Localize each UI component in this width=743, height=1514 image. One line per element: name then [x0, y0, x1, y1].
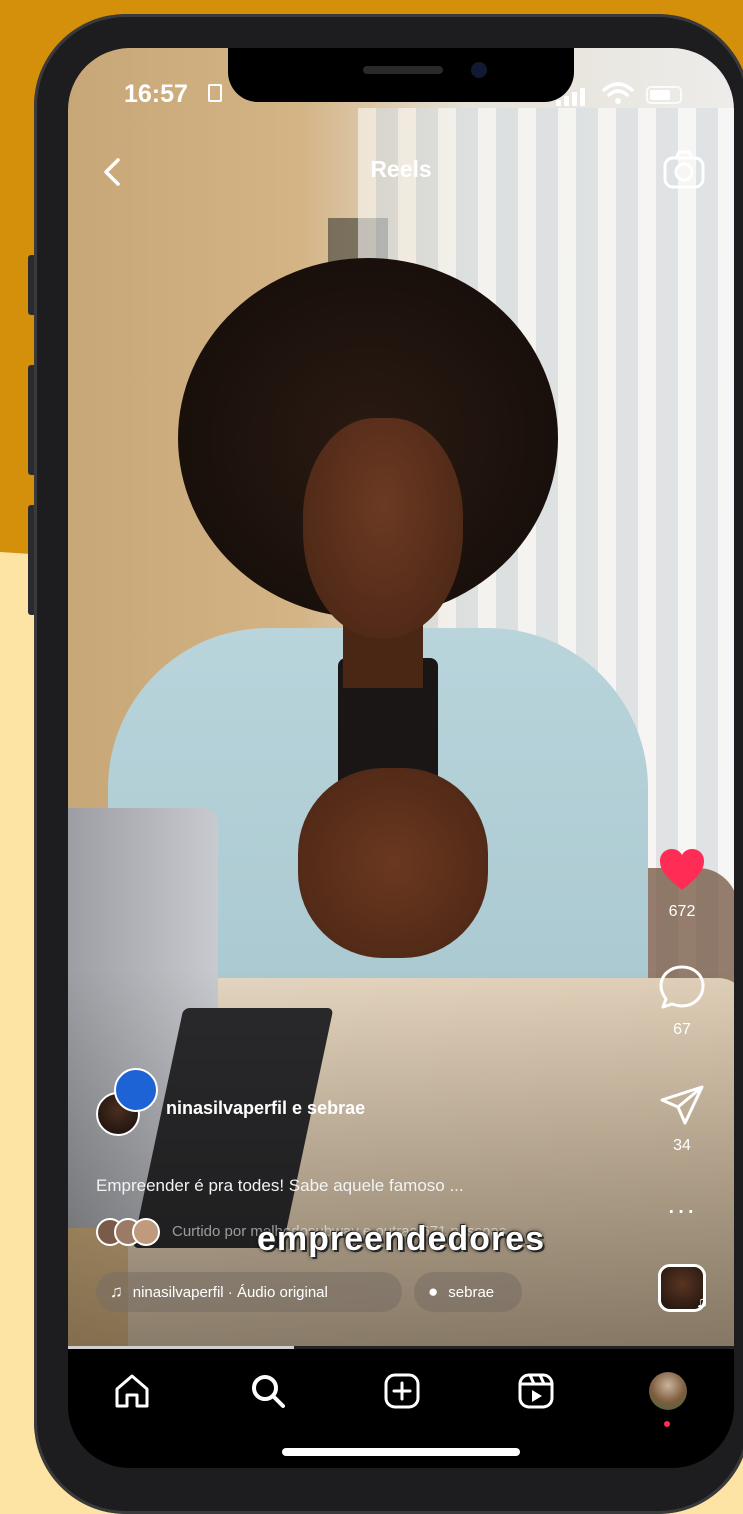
audio-chip[interactable]: ♫ ninasilvaperfil · Áudio original [96, 1272, 402, 1312]
phone-screen: 16:57 Reels 672 67 34 ... ninasilvaperfi… [68, 48, 734, 1468]
tab-search[interactable] [244, 1367, 292, 1415]
tagged-user-chip[interactable]: ● sebrae [414, 1272, 522, 1312]
signal-icon [556, 86, 590, 106]
like-count: 672 [668, 903, 696, 920]
tagged-user-label: sebrae [448, 1283, 495, 1301]
collaborator-avatar[interactable] [114, 1068, 158, 1112]
music-note-icon: ♫ [696, 1294, 708, 1311]
reel-video[interactable] [68, 48, 734, 1348]
notch [228, 48, 574, 102]
tab-create[interactable] [378, 1367, 426, 1415]
create-icon[interactable] [382, 1371, 422, 1411]
music-icon: ♫ [110, 1282, 123, 1301]
person-face [303, 418, 463, 638]
front-camera [471, 62, 487, 78]
like-action[interactable]: 672 [652, 848, 712, 921]
search-icon[interactable] [248, 1371, 288, 1411]
comment-icon[interactable] [658, 964, 706, 1010]
comment-count: 67 [673, 1021, 691, 1038]
wifi-icon [602, 82, 634, 104]
camera-icon[interactable] [662, 148, 706, 192]
speaker [363, 66, 443, 74]
post-caption[interactable]: Empreender é pra todes! Sabe aquele famo… [96, 1176, 464, 1196]
video-subtitle: empreendedores [257, 1220, 545, 1258]
author-username[interactable]: ninasilvaperfil e sebrae [166, 1098, 365, 1119]
sim-icon [208, 84, 222, 102]
reels-icon[interactable] [516, 1371, 556, 1411]
more-icon[interactable]: ... [667, 1188, 696, 1219]
tab-reels[interactable] [512, 1367, 560, 1415]
share-count: 34 [673, 1137, 691, 1154]
page-title: Reels [370, 156, 432, 182]
profile-avatar[interactable] [649, 1372, 687, 1410]
heart-icon[interactable] [658, 848, 706, 892]
tab-home[interactable] [108, 1367, 156, 1415]
person-hands [298, 768, 488, 958]
status-time: 16:57 [124, 80, 188, 108]
share-icon[interactable] [659, 1084, 705, 1126]
share-action[interactable]: 34 [652, 1084, 712, 1155]
home-icon[interactable] [112, 1371, 152, 1411]
home-indicator[interactable] [282, 1448, 520, 1456]
more-action[interactable]: ... [652, 1188, 712, 1220]
notification-dot [664, 1421, 670, 1427]
person-icon: ● [428, 1282, 439, 1301]
tab-profile[interactable] [644, 1367, 692, 1415]
battery-icon [646, 86, 682, 104]
comment-action[interactable]: 67 [652, 964, 712, 1039]
audio-label: ninasilvaperfil · Áudio original [132, 1283, 328, 1301]
